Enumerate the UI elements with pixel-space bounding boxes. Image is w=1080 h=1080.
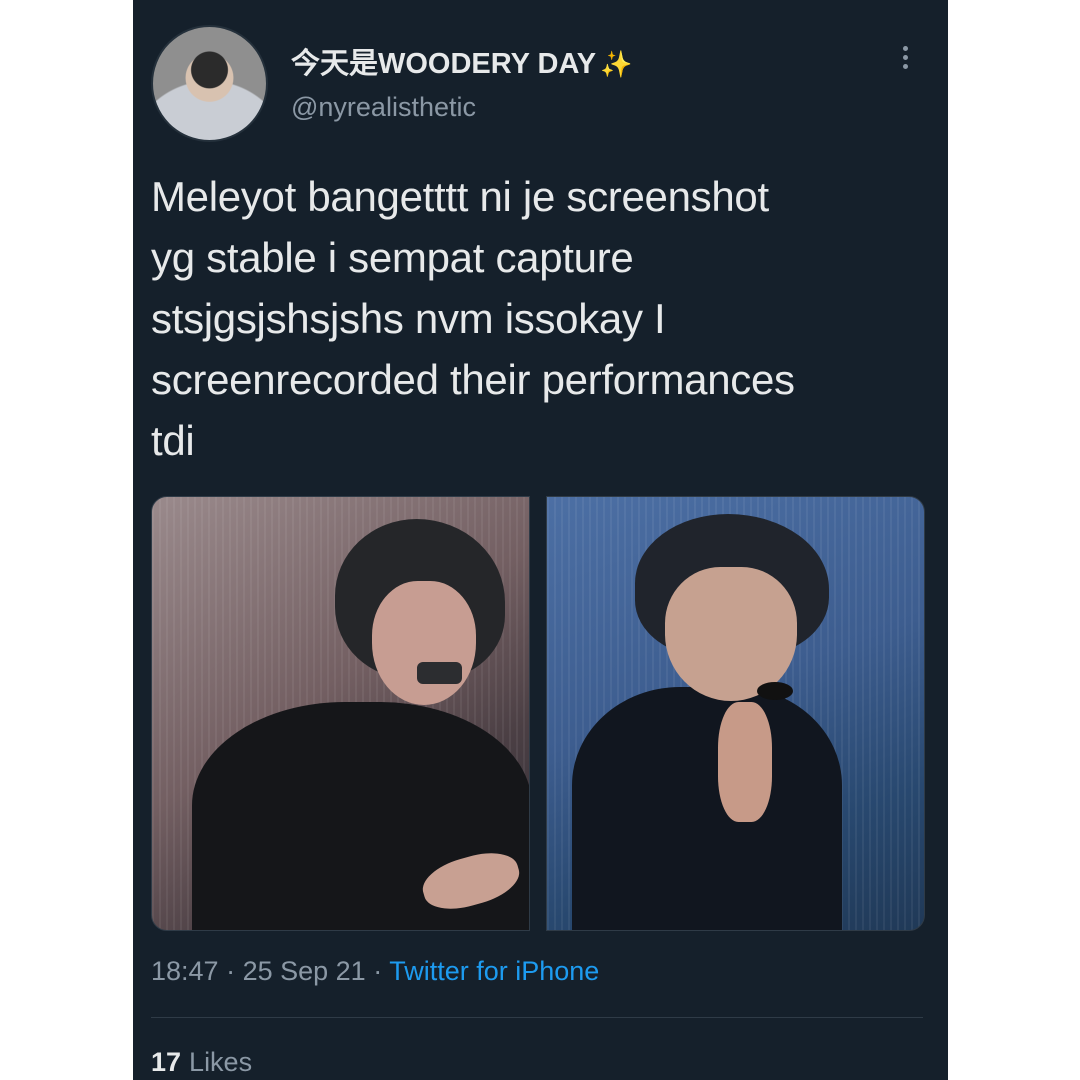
performer-face bbox=[665, 567, 797, 701]
tweet-time: 18:47 bbox=[151, 956, 219, 986]
microphone bbox=[417, 662, 462, 684]
more-dot-3 bbox=[902, 64, 908, 69]
tweet-text: Meleyot bangetttt ni je screenshot yg st… bbox=[151, 173, 795, 464]
display-name[interactable]: 今天是WOODERY DAY ✨ bbox=[291, 40, 632, 82]
avatar[interactable] bbox=[151, 25, 268, 142]
divider bbox=[151, 1017, 923, 1018]
display-name-text[interactable]: 今天是WOODERY DAY bbox=[291, 48, 596, 80]
media-image-left[interactable] bbox=[151, 496, 530, 931]
user-handle[interactable]: @nyrealisthetic bbox=[291, 92, 476, 123]
tweet-source-link[interactable]: Twitter for iPhone bbox=[389, 956, 599, 986]
media-image-right[interactable] bbox=[546, 496, 925, 931]
tweet-card: 今天是WOODERY DAY ✨ @nyrealisthetic Meleyot … bbox=[133, 0, 948, 1080]
performer-body bbox=[572, 687, 842, 930]
tweet-metadata: 18:47 · 25 Sep 21 · Twitter for iPhone bbox=[151, 956, 599, 987]
headset-microphone bbox=[757, 682, 793, 700]
more-dot-1 bbox=[902, 46, 908, 51]
likes-count: 17 bbox=[151, 1047, 182, 1077]
sparkle-icon: ✨ bbox=[600, 49, 633, 79]
performer-face bbox=[372, 581, 476, 705]
more-options-icon[interactable] bbox=[893, 42, 917, 78]
more-dot-2 bbox=[902, 55, 908, 60]
likes-stat[interactable]: 17 Likes bbox=[151, 1047, 252, 1078]
tweet-date: 25 Sep 21 bbox=[242, 956, 366, 986]
thumbs-up-hand bbox=[718, 702, 772, 822]
meta-separator: · bbox=[365, 956, 390, 986]
meta-separator: · bbox=[218, 956, 243, 986]
likes-label: Likes bbox=[189, 1047, 253, 1077]
